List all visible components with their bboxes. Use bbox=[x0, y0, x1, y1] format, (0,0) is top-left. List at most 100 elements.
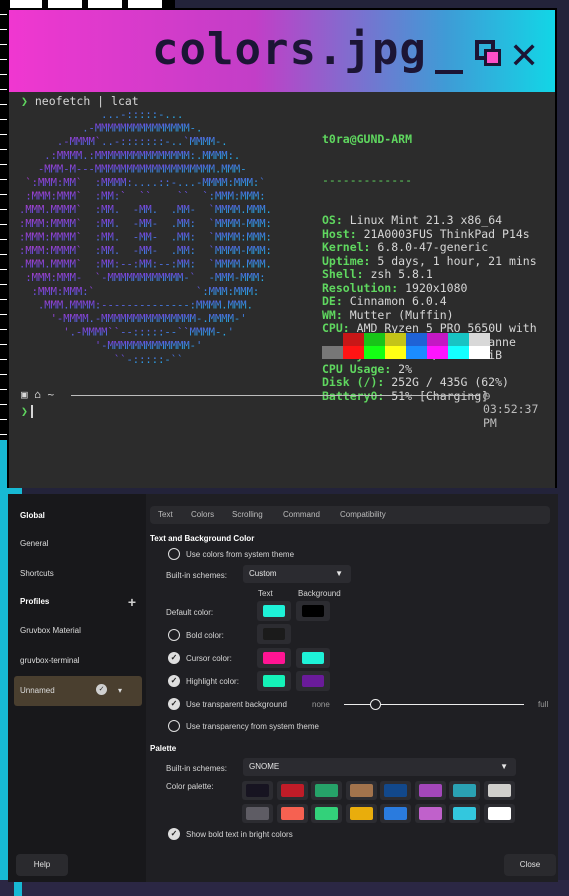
chevron-down-icon-2: ▼ bbox=[500, 762, 508, 771]
palette-swatch[interactable] bbox=[449, 804, 480, 823]
cursor-text-swatch[interactable] bbox=[257, 648, 291, 668]
palette-swatch[interactable] bbox=[276, 781, 308, 800]
palette-swatch[interactable] bbox=[276, 804, 308, 823]
info-row: Resolution: 1920x1080 bbox=[322, 280, 468, 295]
sidebar-item-shortcuts[interactable]: Shortcuts bbox=[8, 560, 146, 588]
palette-swatch[interactable] bbox=[380, 804, 411, 823]
highlight-color-check-icon[interactable]: ✓ bbox=[168, 675, 180, 687]
sidebar-profiles: Profiles + bbox=[8, 588, 146, 616]
color-block bbox=[364, 333, 385, 346]
system-colors-radio[interactable] bbox=[168, 548, 180, 560]
palette-swatch[interactable] bbox=[242, 781, 273, 800]
palette-swatch[interactable] bbox=[345, 804, 377, 823]
profiles-label: Profiles bbox=[20, 597, 50, 606]
palette-schemes-select[interactable]: GNOME ▼ bbox=[243, 758, 516, 776]
palette-swatch[interactable] bbox=[311, 804, 342, 823]
palette-swatch[interactable] bbox=[483, 804, 515, 823]
info-value: Cinnamon 6.0.4 bbox=[349, 294, 447, 308]
ascii-line: '.-MMMM``--:::::--``MMMM-.' bbox=[19, 327, 234, 339]
background-bottom-accent bbox=[14, 880, 22, 896]
cursor-bg-swatch[interactable] bbox=[296, 648, 330, 668]
ascii-line: `:MMM:MM` :MMMM:....::-...-MMMM:MMM:` bbox=[19, 177, 266, 189]
sidebar-item-gruvbox-material[interactable]: Gruvbox Material bbox=[8, 617, 146, 645]
color-block bbox=[406, 333, 427, 346]
profile-menu-chevron-icon[interactable]: ▾ bbox=[118, 676, 122, 706]
folder-icon: ▣ ⌂ ~ bbox=[21, 388, 55, 401]
transparency-slider-handle[interactable] bbox=[369, 699, 381, 710]
maximize-icon[interactable] bbox=[475, 40, 505, 70]
prompt-arrow-2: ❯ bbox=[21, 404, 28, 418]
minimize-icon[interactable] bbox=[435, 70, 463, 74]
user-host: t0ra@GUND-ARM bbox=[322, 132, 413, 146]
ascii-line: .MMM.MMMM` :MM:--:MM:--:MM: `MMMM.MMM. bbox=[19, 259, 272, 271]
close-icon[interactable]: ✕ bbox=[509, 36, 539, 77]
palette-swatch[interactable] bbox=[483, 781, 515, 800]
palette-swatch[interactable] bbox=[242, 804, 273, 823]
palette-swatch[interactable] bbox=[449, 781, 480, 800]
color-block bbox=[427, 333, 448, 346]
palette-swatch[interactable] bbox=[311, 781, 342, 800]
terminal-output[interactable]: ❯ neofetch | lcat ...-:::::-... .-MMMMMM… bbox=[9, 92, 555, 488]
tab-bar: Text Colors Scrolling Command Compatibil… bbox=[150, 506, 550, 524]
palette-swatch[interactable] bbox=[380, 781, 411, 800]
preferences-sidebar: Global General Shortcuts Profiles + Gruvb… bbox=[8, 494, 146, 882]
bold-color-radio[interactable] bbox=[168, 629, 180, 641]
info-value: Linux Mint 21.3 x86_64 bbox=[349, 213, 503, 227]
tab-scrolling[interactable]: Scrolling bbox=[232, 506, 263, 524]
bold-bright-label: Show bold text in bright colors bbox=[186, 830, 293, 839]
palette-swatch[interactable] bbox=[414, 781, 446, 800]
help-button[interactable]: Help bbox=[16, 854, 68, 876]
palette-swatch[interactable] bbox=[414, 804, 446, 823]
info-key: OS bbox=[322, 213, 336, 227]
ascii-line: :MMM:MMM` :MM:` `` `` `:MMM:MMM: bbox=[19, 191, 266, 203]
color-block bbox=[469, 346, 490, 359]
ascii-line: .-MMMMMMMMMMMMMMM-. bbox=[19, 123, 202, 135]
info-key: Host bbox=[322, 226, 350, 241]
info-row: Kernel: 6.8.0-47-generic bbox=[322, 240, 489, 254]
cursor-color-label: Cursor color: bbox=[186, 654, 232, 663]
clock-icon: ◷ bbox=[483, 388, 490, 402]
tab-command[interactable]: Command bbox=[283, 506, 320, 524]
color-block bbox=[427, 346, 448, 359]
tab-colors[interactable]: Colors bbox=[191, 506, 214, 524]
builtin-schemes-select[interactable]: Custom ▼ bbox=[243, 565, 351, 583]
info-key: Shell bbox=[322, 267, 357, 281]
bold-bright-check-icon[interactable]: ✓ bbox=[168, 828, 180, 840]
color-block bbox=[322, 346, 343, 359]
highlight-text-swatch[interactable] bbox=[257, 671, 291, 691]
info-value: 5 days, 1 hour, 21 mins bbox=[377, 253, 537, 268]
transparent-bg-check-icon[interactable]: ✓ bbox=[168, 698, 180, 710]
color-block bbox=[322, 333, 343, 346]
add-profile-button[interactable]: + bbox=[128, 588, 136, 616]
tab-text[interactable]: Text bbox=[158, 506, 173, 524]
col-bg-header: Background bbox=[298, 589, 341, 598]
info-value: Mutter (Muffin) bbox=[349, 307, 454, 322]
info-row: Shell: zsh 5.8.1 bbox=[322, 267, 433, 281]
terminal-window: colors.jpg ✕ ❯ neofetch | lcat ...-:::::… bbox=[7, 8, 557, 488]
sidebar-item-gruvbox-terminal[interactable]: gruvbox-terminal bbox=[8, 647, 146, 675]
preferences-main: Text Colors Scrolling Command Compatibil… bbox=[146, 494, 558, 882]
system-colors-label: Use colors from system theme bbox=[186, 550, 295, 559]
default-text-swatch[interactable] bbox=[257, 601, 291, 621]
ascii-line: .-MMMM`..-:::::::-..`MMMM-. bbox=[19, 136, 228, 148]
title-bar[interactable]: colors.jpg ✕ bbox=[9, 10, 555, 92]
default-profile-check-icon: ✓ bbox=[96, 684, 107, 695]
palette-swatch[interactable] bbox=[345, 781, 377, 800]
default-bg-swatch[interactable] bbox=[296, 601, 330, 621]
input-prompt[interactable]: ❯ bbox=[21, 404, 33, 418]
cursor-color-check-icon[interactable]: ✓ bbox=[168, 652, 180, 664]
system-transparency-radio[interactable] bbox=[168, 720, 180, 732]
palette-schemes-label: Built-in schemes: bbox=[166, 764, 227, 773]
tab-compatibility[interactable]: Compatibility bbox=[340, 506, 386, 524]
clock: ◷ 03:52:37 PM bbox=[483, 388, 541, 430]
clock-time: 03:52:37 PM bbox=[483, 402, 539, 430]
highlight-bg-swatch[interactable] bbox=[296, 671, 330, 691]
color-block bbox=[343, 346, 364, 359]
sidebar-item-unnamed[interactable]: Unnamed ✓ ▾ bbox=[14, 676, 142, 706]
close-button[interactable]: Close bbox=[504, 854, 556, 876]
profile-label: Unnamed bbox=[20, 686, 55, 695]
color-palette-label: Color palette: bbox=[166, 782, 214, 791]
bold-text-swatch[interactable] bbox=[257, 624, 291, 644]
sidebar-item-general[interactable]: General bbox=[8, 530, 146, 558]
transparency-none-label: none bbox=[312, 700, 330, 709]
